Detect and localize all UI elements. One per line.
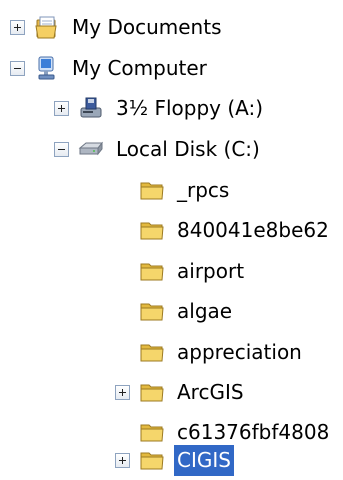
tree-item-folder[interactable]: ArcGIS [115,372,247,412]
expand-plus-icon[interactable] [54,100,69,116]
folder-icon [139,258,165,284]
tree-item-local-disk[interactable]: Local Disk (C:) [54,129,263,169]
tree-item-folder-selected[interactable]: CIGIS [115,440,234,480]
folder-icon [139,298,165,324]
expand-plus-icon[interactable] [115,452,130,468]
tree-item-label[interactable]: algae [174,296,235,327]
expand-plus-icon[interactable] [115,384,130,400]
tree-item-my-computer[interactable]: My Computer [10,48,210,88]
my-documents-icon [34,14,60,40]
tree-item-label[interactable]: Local Disk (C:) [113,134,263,165]
tree-item-folder[interactable]: _rpcs [139,170,232,210]
folder-icon [139,177,165,203]
tree-item-label[interactable]: airport [174,256,247,287]
tree-item-label[interactable]: appreciation [174,337,305,368]
tree-item-label[interactable]: _rpcs [174,175,232,206]
tree-item-my-documents[interactable]: My Documents [10,7,224,47]
collapse-minus-icon[interactable] [54,141,69,157]
tree-item-folder[interactable]: appreciation [139,332,305,372]
folder-icon [139,339,165,365]
tree-item-folder[interactable]: airport [139,251,247,291]
folder-icon [139,217,165,243]
floppy-drive-icon [78,95,104,121]
folder-icon [139,447,165,473]
tree-item-label[interactable]: ArcGIS [174,377,247,408]
tree-item-label[interactable]: 840041e8be62 [174,215,332,246]
tree-item-floppy[interactable]: 3½ Floppy (A:) [54,88,266,128]
tree-item-folder[interactable]: algae [139,291,235,331]
hard-disk-icon [78,136,104,162]
tree-item-label[interactable]: My Computer [69,53,210,84]
folder-tree: My Documents My Computer 3½ Floppy (A:) [0,0,343,476]
tree-item-label[interactable]: CIGIS [174,444,234,476]
my-computer-icon [34,55,60,81]
expand-plus-icon[interactable] [10,19,25,35]
collapse-minus-icon[interactable] [10,60,25,76]
tree-item-label[interactable]: 3½ Floppy (A:) [113,93,266,124]
tree-item-folder[interactable]: 840041e8be62 [139,210,332,250]
folder-icon [139,379,165,405]
tree-item-label[interactable]: My Documents [69,12,224,43]
